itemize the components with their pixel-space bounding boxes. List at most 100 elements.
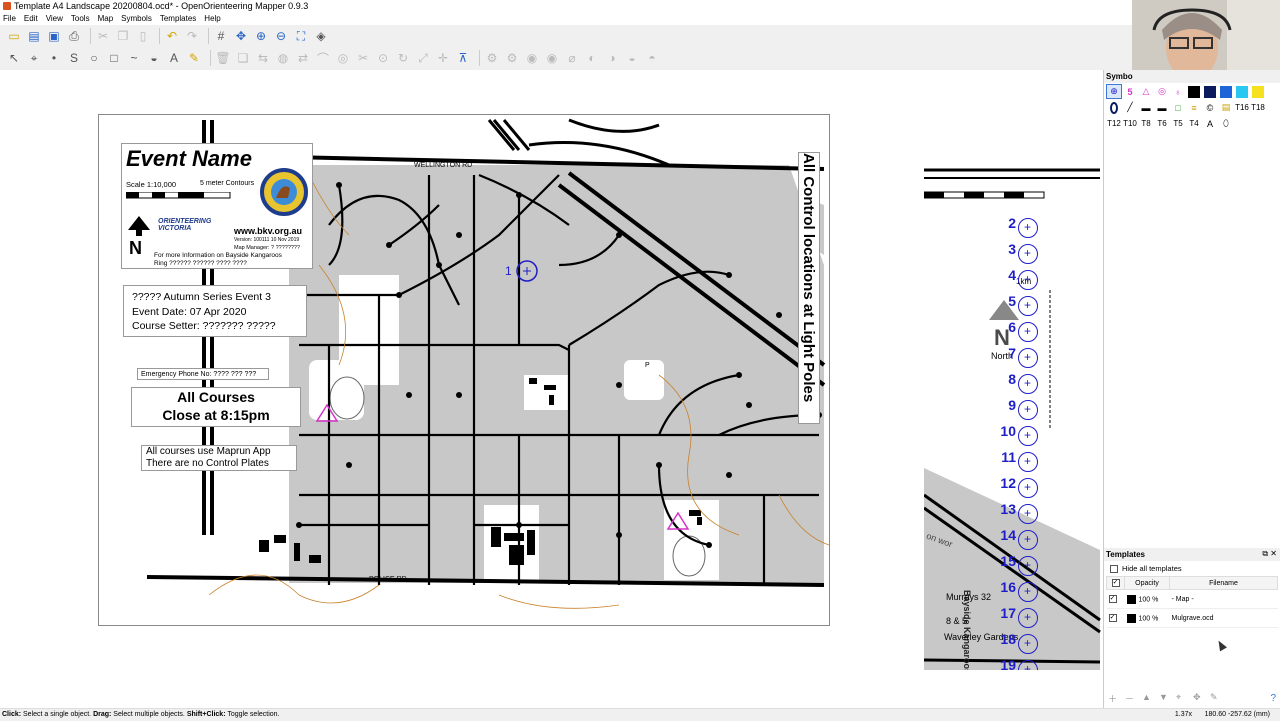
- convert-curves-icon[interactable]: ⚙: [504, 50, 520, 66]
- cutout-icon[interactable]: ◉: [544, 50, 560, 66]
- move-down-icon[interactable]: ▼: [1159, 692, 1173, 704]
- close-panel-icon[interactable]: ✕: [1270, 549, 1277, 558]
- template-filename[interactable]: Mulgrave.ocd: [1169, 608, 1278, 628]
- edit-lines-icon[interactable]: ⌖: [26, 50, 42, 66]
- remove-template-icon[interactable]: －: [1125, 692, 1139, 704]
- control-circle-8[interactable]: [1018, 374, 1038, 394]
- control-circle-3[interactable]: [1018, 244, 1038, 264]
- menu-symbols[interactable]: Symbols: [121, 12, 152, 25]
- fill-icon[interactable]: ◒: [146, 50, 162, 66]
- distribute-icon[interactable]: ⌀: [564, 50, 580, 66]
- pan-icon[interactable]: ✥: [233, 28, 249, 44]
- control-circle-9[interactable]: [1018, 400, 1038, 420]
- fill-border-icon[interactable]: ◍: [275, 50, 291, 66]
- move-template-icon[interactable]: ✥: [1193, 692, 1207, 704]
- map-canvas[interactable]: 1 WELLINGTON RD POLICE RD P Event Name S…: [0, 70, 1103, 708]
- move-up-icon[interactable]: ▲: [1142, 692, 1156, 704]
- undo-icon[interactable]: ↶: [164, 28, 180, 44]
- open-folder-icon[interactable]: ▤: [26, 28, 42, 44]
- copy-icon[interactable]: ❐: [115, 28, 131, 44]
- symbol-navy-icon[interactable]: [1202, 84, 1218, 99]
- new-file-icon[interactable]: ▭: [6, 28, 22, 44]
- control-circle-17[interactable]: [1018, 608, 1038, 628]
- rotate-icon[interactable]: ↻: [395, 50, 411, 66]
- control-circle-4[interactable]: [1018, 270, 1038, 290]
- symbol-text-t12[interactable]: T12: [1106, 116, 1122, 131]
- menu-templates[interactable]: Templates: [160, 12, 196, 25]
- cut-object-icon[interactable]: ✂: [355, 50, 371, 66]
- symbol-text-t18[interactable]: T18: [1250, 100, 1266, 115]
- zoom-out-icon[interactable]: ⊖: [273, 28, 289, 44]
- hide-all-templates-row[interactable]: Hide all templates: [1104, 561, 1280, 576]
- edit-template-icon[interactable]: ✎: [1210, 692, 1224, 704]
- symbol-stripe-icon[interactable]: ▤: [1218, 100, 1234, 115]
- control-circle-14[interactable]: [1018, 530, 1038, 550]
- rotate-pattern-icon[interactable]: ⚙: [484, 50, 500, 66]
- move-icon[interactable]: ✛: [435, 50, 451, 66]
- delete-icon[interactable]: 🗑: [215, 50, 231, 66]
- symbol-text-t5[interactable]: T5: [1170, 116, 1186, 131]
- menu-map[interactable]: Map: [98, 12, 114, 25]
- col-opacity-header[interactable]: Opacity: [1124, 576, 1170, 590]
- boolean-union-icon[interactable]: ◎: [335, 50, 351, 66]
- fullscreen-icon[interactable]: ⛶: [293, 28, 309, 44]
- symbol-dash-icon[interactable]: ▬: [1138, 100, 1154, 115]
- symbol-text-t4[interactable]: T4: [1186, 116, 1202, 131]
- symbol-yellow-icon[interactable]: [1250, 84, 1266, 99]
- symbol-cyan-icon[interactable]: [1234, 84, 1250, 99]
- control-circle-11[interactable]: [1018, 452, 1038, 472]
- symbol-black-icon[interactable]: [1186, 84, 1202, 99]
- save-icon[interactable]: ▣: [46, 28, 62, 44]
- switch-dash-icon[interactable]: ⇄: [295, 50, 311, 66]
- control-circle-2[interactable]: [1018, 218, 1038, 238]
- symbol-oval-icon[interactable]: [1106, 100, 1122, 115]
- symbol-hatch-icon[interactable]: ≡: [1186, 100, 1202, 115]
- draw-rectangle-icon[interactable]: □: [106, 50, 122, 66]
- symbol-crosshair-icon[interactable]: ⊕: [1106, 84, 1122, 99]
- symbol-text-t10[interactable]: T10: [1122, 116, 1138, 131]
- draw-path-icon[interactable]: S: [66, 50, 82, 66]
- paint-icon[interactable]: ✎: [186, 50, 202, 66]
- connect-paths-icon[interactable]: ⌒: [315, 50, 331, 66]
- edit-object-icon[interactable]: ↖: [6, 50, 22, 66]
- paste-icon[interactable]: ▯: [135, 28, 151, 44]
- redo-icon[interactable]: ↷: [184, 28, 200, 44]
- georeference-icon[interactable]: ⌖: [1176, 692, 1190, 704]
- symbol-text-t16[interactable]: T16: [1234, 100, 1250, 115]
- template-visible-checkbox[interactable]: ✓: [1108, 595, 1117, 603]
- col-visible-header[interactable]: ✓: [1106, 576, 1125, 590]
- boolean-icon-4[interactable]: ◓: [644, 50, 660, 66]
- draw-freehand-icon[interactable]: ~: [126, 50, 142, 66]
- symbol-circle-icon[interactable]: ◎: [1154, 84, 1170, 99]
- hide-all-checkbox[interactable]: [1110, 564, 1118, 573]
- control-circle-6[interactable]: [1018, 322, 1038, 342]
- control-circle-5[interactable]: [1018, 296, 1038, 316]
- print-icon[interactable]: ⎙: [66, 28, 82, 44]
- menu-view[interactable]: View: [46, 12, 63, 25]
- control-circle-18[interactable]: [1018, 634, 1038, 654]
- template-visible-checkbox[interactable]: ✓: [1108, 614, 1117, 622]
- control-circle-16[interactable]: [1018, 582, 1038, 602]
- boolean-icon-3[interactable]: ◒: [624, 50, 640, 66]
- col-filename-header[interactable]: Filename: [1169, 576, 1278, 590]
- symbol-copyright-icon[interactable]: ©: [1202, 100, 1218, 115]
- help-icon[interactable]: ?: [1270, 693, 1276, 704]
- duplicate-icon[interactable]: ❏: [235, 50, 251, 66]
- symbol-line-icon[interactable]: ╱: [1122, 100, 1138, 115]
- symbol-square-icon[interactable]: □: [1170, 100, 1186, 115]
- boolean-icon-1[interactable]: ◐: [584, 50, 600, 66]
- control-circle-15[interactable]: [1018, 556, 1038, 576]
- draw-circle-icon[interactable]: ○: [86, 50, 102, 66]
- symbol-triangle-icon[interactable]: △: [1138, 84, 1154, 99]
- template-opacity[interactable]: 100 %: [1139, 615, 1159, 622]
- boolean-icon-2[interactable]: ◑: [604, 50, 620, 66]
- symbol-oval2-icon[interactable]: ⬯: [1218, 116, 1234, 131]
- template-filename[interactable]: - Map -: [1169, 589, 1278, 609]
- template-row[interactable]: ✓ 100 % - Map -: [1106, 589, 1278, 609]
- layers-icon[interactable]: ◈: [313, 28, 329, 44]
- symbol-text-t8[interactable]: T8: [1138, 116, 1154, 131]
- scale-icon[interactable]: ⤢: [415, 50, 431, 66]
- measure-icon[interactable]: ⊼: [455, 50, 471, 66]
- write-text-icon[interactable]: A: [166, 50, 182, 66]
- template-opacity[interactable]: 100 %: [1139, 596, 1159, 603]
